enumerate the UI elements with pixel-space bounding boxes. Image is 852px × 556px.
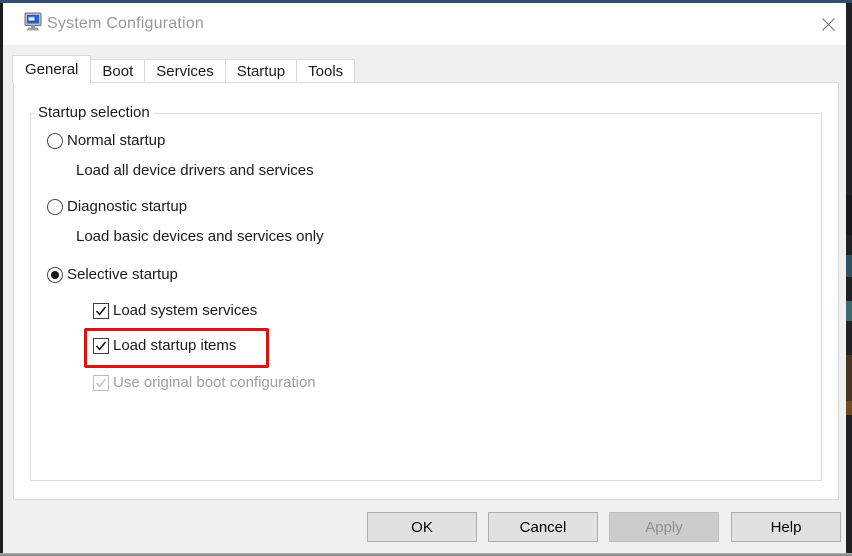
radio-label: Selective startup	[67, 266, 178, 283]
ok-button[interactable]: OK	[367, 512, 477, 542]
radio-label: Diagnostic startup	[67, 198, 187, 215]
cancel-button[interactable]: Cancel	[488, 512, 598, 542]
tab-boot[interactable]: Boot	[90, 59, 145, 83]
checkbox-use-original-boot-configuration: Use original boot configuration	[93, 374, 316, 391]
tab-startup[interactable]: Startup	[225, 59, 297, 83]
system-configuration-icon	[24, 12, 44, 32]
desktop-edge-left	[0, 3, 3, 553]
checkbox-box	[93, 338, 109, 354]
apply-button: Apply	[609, 512, 719, 542]
tab-general[interactable]: General	[12, 55, 91, 83]
tab-services[interactable]: Services	[144, 59, 226, 83]
radio-normal-startup[interactable]: Normal startup	[47, 132, 165, 149]
radio-selective-startup[interactable]: Selective startup	[47, 266, 178, 283]
desktop-edge-right	[846, 3, 852, 553]
close-icon[interactable]	[813, 11, 843, 37]
radio-circle	[47, 133, 63, 149]
checkbox-load-startup-items[interactable]: Load startup items	[93, 337, 236, 354]
title-bar: System Configuration	[3, 3, 846, 45]
checkbox-label: Load startup items	[113, 337, 236, 354]
normal-startup-description: Load all device drivers and services	[76, 162, 314, 179]
checkbox-label: Load system services	[113, 302, 257, 319]
checkbox-box	[93, 303, 109, 319]
radio-circle	[47, 267, 63, 283]
system-configuration-window: System Configuration General Boot Servic…	[0, 0, 852, 556]
help-button[interactable]: Help	[731, 512, 841, 542]
checkbox-load-system-services[interactable]: Load system services	[93, 302, 257, 319]
radio-label: Normal startup	[67, 132, 165, 149]
radio-diagnostic-startup[interactable]: Diagnostic startup	[47, 198, 187, 215]
tab-tools[interactable]: Tools	[296, 59, 355, 83]
radio-circle	[47, 199, 63, 215]
general-tab-page: Startup selection Normal startup Load al…	[13, 82, 839, 500]
group-title: Startup selection	[34, 104, 154, 121]
tab-bar: General Boot Services Startup Tools	[12, 55, 355, 83]
window-title: System Configuration	[47, 3, 204, 45]
diagnostic-startup-description: Load basic devices and services only	[76, 228, 324, 245]
checkbox-label: Use original boot configuration	[113, 374, 316, 391]
checkbox-box	[93, 375, 109, 391]
